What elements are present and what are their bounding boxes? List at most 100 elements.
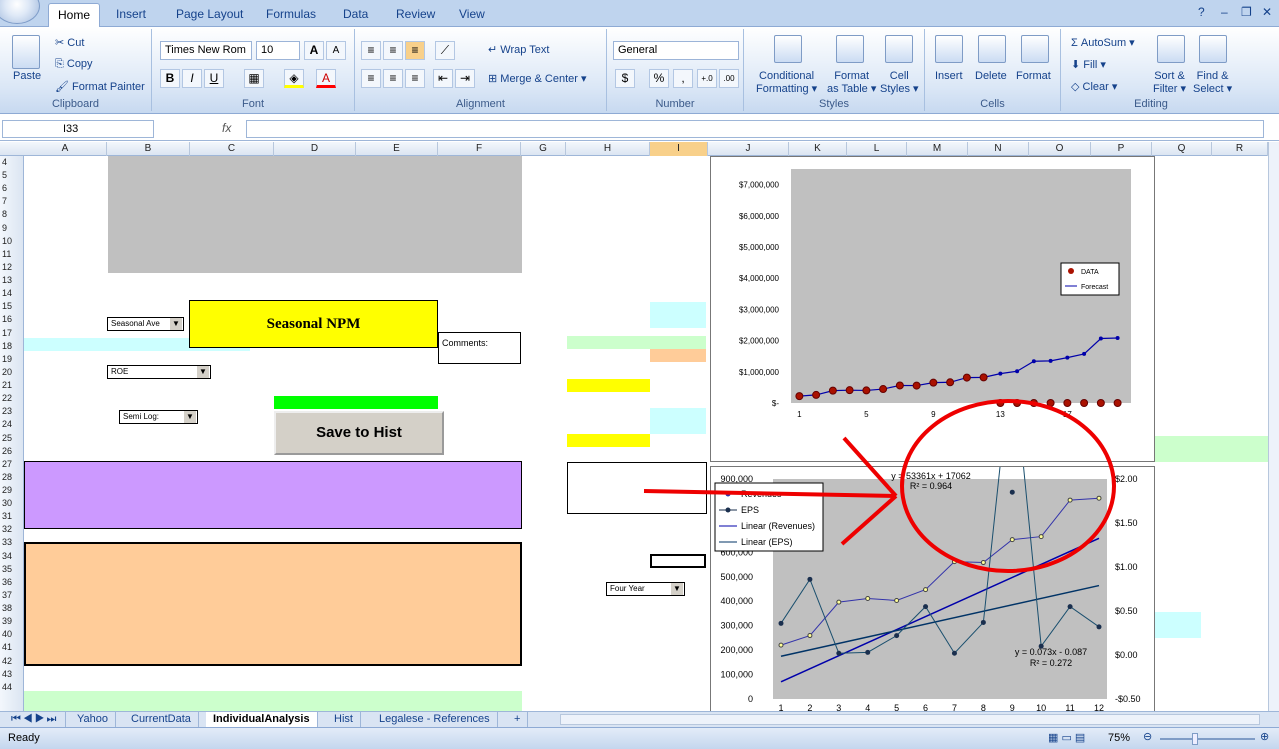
sheet-tab-legalese[interactable]: Legalese - References — [372, 712, 498, 727]
row-header-27[interactable]: 27 — [0, 458, 24, 471]
row-header-44[interactable]: 44 — [0, 681, 24, 694]
decrease-indent-icon[interactable]: ⇤ — [433, 69, 453, 88]
column-header-c[interactable]: C — [190, 142, 274, 156]
row-header-37[interactable]: 37 — [0, 589, 24, 602]
fx-icon[interactable]: fx — [222, 121, 231, 135]
column-header-m[interactable]: M — [907, 142, 968, 156]
sheet-tab-yahoo[interactable]: Yahoo — [70, 712, 116, 727]
formula-input[interactable] — [246, 120, 1264, 138]
delete-cells-icon[interactable] — [978, 35, 1006, 63]
align-top-icon[interactable]: ≡ — [361, 41, 381, 60]
align-left-icon[interactable]: ≡ — [361, 69, 381, 88]
row-header-7[interactable]: 7 — [0, 195, 24, 208]
sort-filter-button[interactable]: Sort & Filter ▾ — [1153, 70, 1186, 95]
row-header-13[interactable]: 13 — [0, 274, 24, 287]
format-cells-icon[interactable] — [1021, 35, 1049, 63]
conditional-formatting-icon[interactable] — [774, 35, 802, 63]
fill-button[interactable]: ⬇ Fill ▾ — [1071, 58, 1106, 71]
row-header-14[interactable]: 14 — [0, 287, 24, 300]
row-header-42[interactable]: 42 — [0, 655, 24, 668]
vertical-scrollbar[interactable] — [1268, 142, 1279, 712]
increase-indent-icon[interactable]: ⇥ — [455, 69, 475, 88]
italic-button[interactable]: I — [182, 69, 202, 88]
row-header-39[interactable]: 39 — [0, 615, 24, 628]
tab-view[interactable]: View — [459, 7, 485, 21]
column-header-e[interactable]: E — [356, 142, 438, 156]
row-header-28[interactable]: 28 — [0, 471, 24, 484]
row-header-18[interactable]: 18 — [0, 340, 24, 353]
column-header-f[interactable]: F — [438, 142, 521, 156]
row-header-11[interactable]: 11 — [0, 248, 24, 261]
zoom-slider-thumb[interactable] — [1192, 733, 1198, 745]
wrap-text-button[interactable]: ↵ Wrap Text — [488, 43, 549, 56]
copy-button[interactable]: ⎘ Copy — [55, 58, 93, 71]
tab-formulas[interactable]: Formulas — [266, 7, 316, 21]
underline-button[interactable]: U — [204, 69, 224, 88]
bold-button[interactable]: B — [160, 69, 180, 88]
format-as-table-button[interactable]: Format as Table ▾ — [827, 70, 876, 95]
row-header-4[interactable]: 4 — [0, 156, 24, 169]
sheet-tab-currentdata[interactable]: CurrentData — [124, 712, 199, 727]
fill-color-icon[interactable]: ◈ — [284, 69, 304, 88]
column-header-n[interactable]: N — [968, 142, 1029, 156]
orientation-icon[interactable]: ⟋ — [435, 41, 455, 60]
row-header-31[interactable]: 31 — [0, 510, 24, 523]
column-header-k[interactable]: K — [789, 142, 847, 156]
conditional-formatting-button[interactable]: Conditional Formatting ▾ — [756, 70, 817, 95]
row-header-26[interactable]: 26 — [0, 445, 24, 458]
zoom-slider[interactable] — [1160, 738, 1255, 740]
sort-filter-icon[interactable] — [1157, 35, 1185, 63]
row-header-40[interactable]: 40 — [0, 628, 24, 641]
increase-decimal-button[interactable]: +.0 — [697, 69, 717, 88]
column-header-l[interactable]: L — [847, 142, 907, 156]
zoom-level[interactable]: 75% — [1108, 732, 1130, 744]
row-header-32[interactable]: 32 — [0, 523, 24, 536]
decrease-decimal-button[interactable]: .00 — [719, 69, 739, 88]
name-box[interactable]: I33 — [2, 120, 154, 138]
restore-icon[interactable]: ❐ — [1241, 5, 1252, 19]
row-header-15[interactable]: 15 — [0, 300, 24, 313]
row-header-35[interactable]: 35 — [0, 563, 24, 576]
format-as-table-icon[interactable] — [836, 35, 864, 63]
percent-button[interactable]: % — [649, 69, 669, 88]
row-header-17[interactable]: 17 — [0, 327, 24, 340]
column-header-h[interactable]: H — [566, 142, 650, 156]
column-header-r[interactable]: R — [1212, 142, 1268, 156]
row-header-8[interactable]: 8 — [0, 208, 24, 221]
row-header-12[interactable]: 12 — [0, 261, 24, 274]
number-format-select[interactable]: General — [613, 41, 739, 60]
zoom-out-icon[interactable]: ⊖ — [1143, 730, 1152, 743]
cut-button[interactable]: ✂ Cut — [55, 36, 84, 49]
office-button[interactable] — [0, 0, 40, 24]
tab-insert[interactable]: Insert — [116, 7, 146, 21]
delete-button[interactable]: Delete — [975, 70, 1007, 82]
row-header-38[interactable]: 38 — [0, 602, 24, 615]
row-header-22[interactable]: 22 — [0, 392, 24, 405]
tab-data[interactable]: Data — [343, 7, 368, 21]
format-painter-button[interactable]: 🖌 Format Painter — [55, 80, 145, 93]
paste-button[interactable]: Paste — [13, 70, 41, 82]
font-color-icon[interactable]: A — [316, 69, 336, 88]
insert-button[interactable]: Insert — [935, 70, 963, 82]
paste-icon[interactable] — [12, 35, 40, 69]
autosum-button[interactable]: Σ AutoSum ▾ — [1071, 36, 1135, 49]
clear-button[interactable]: ◇ Clear ▾ — [1071, 80, 1117, 93]
insert-sheet-icon[interactable]: + — [507, 712, 529, 727]
find-select-icon[interactable] — [1199, 35, 1227, 63]
row-header-24[interactable]: 24 — [0, 418, 24, 431]
help-icon[interactable]: ? — [1198, 5, 1205, 19]
grow-font-button[interactable]: A — [304, 41, 324, 60]
sheet-tab-hist[interactable]: Hist — [327, 712, 361, 727]
row-header-34[interactable]: 34 — [0, 550, 24, 563]
format-button[interactable]: Format — [1016, 70, 1051, 82]
row-header-41[interactable]: 41 — [0, 641, 24, 654]
row-header-20[interactable]: 20 — [0, 366, 24, 379]
tab-nav-arrows[interactable]: ⏮◀▶⏭ — [4, 712, 67, 727]
row-header-16[interactable]: 16 — [0, 313, 24, 326]
row-header-19[interactable]: 19 — [0, 353, 24, 366]
row-header-30[interactable]: 30 — [0, 497, 24, 510]
minimize-icon[interactable]: – — [1221, 5, 1228, 19]
column-header-a[interactable]: A — [24, 142, 107, 156]
tab-home[interactable]: Home — [48, 3, 101, 28]
row-header-33[interactable]: 33 — [0, 536, 24, 549]
